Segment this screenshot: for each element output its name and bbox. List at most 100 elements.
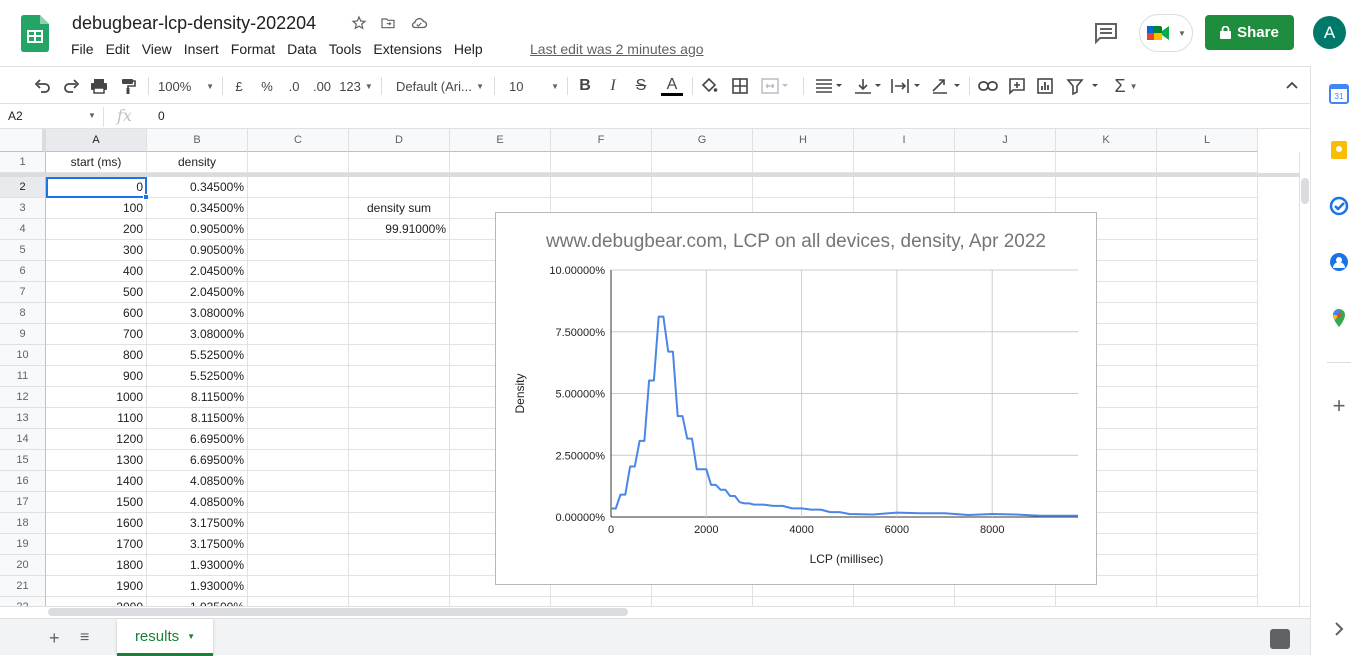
keep-icon[interactable] [1329, 140, 1349, 160]
cell[interactable] [1157, 555, 1258, 576]
cell[interactable] [248, 366, 349, 387]
cell-a21[interactable]: 1900 [46, 576, 147, 597]
name-box[interactable]: A2 [8, 109, 23, 123]
column-header-l[interactable]: L [1157, 129, 1258, 152]
row-header-9[interactable]: 9 [0, 324, 46, 345]
text-rotation-icon[interactable] [930, 75, 962, 97]
cloud-status-icon[interactable] [410, 15, 428, 31]
all-sheets-icon[interactable]: ≡ [80, 629, 89, 647]
cell-b14[interactable]: 6.69500% [147, 429, 248, 450]
cell[interactable] [652, 152, 753, 173]
cell[interactable] [349, 471, 450, 492]
cell[interactable] [248, 555, 349, 576]
cell[interactable] [349, 429, 450, 450]
cell[interactable] [1157, 303, 1258, 324]
cell[interactable] [1056, 152, 1157, 173]
row-header-2[interactable]: 2 [0, 177, 46, 198]
document-title[interactable]: debugbear-lcp-density-202204 [72, 13, 316, 34]
zoom-select[interactable]: 100% ▼ [158, 75, 214, 97]
merge-cells-icon[interactable] [760, 75, 790, 97]
cell[interactable] [854, 177, 955, 198]
row-header-13[interactable]: 13 [0, 408, 46, 429]
cell[interactable] [1157, 576, 1258, 597]
cell[interactable] [1157, 492, 1258, 513]
cell[interactable] [1157, 471, 1258, 492]
menu-edit[interactable]: Edit [106, 41, 136, 57]
cell-b4[interactable]: 0.90500% [147, 219, 248, 240]
cell-b11[interactable]: 5.52500% [147, 366, 248, 387]
strikethrough-button[interactable]: S [634, 75, 648, 97]
column-header-b[interactable]: B [147, 129, 248, 152]
cell-b17[interactable]: 4.08500% [147, 492, 248, 513]
cell[interactable] [1157, 534, 1258, 555]
vertical-align-icon[interactable] [853, 75, 883, 97]
cell-a20[interactable]: 1800 [46, 555, 147, 576]
formula-input[interactable]: 0 [158, 109, 165, 123]
cell[interactable] [1157, 597, 1258, 606]
percent-format-button[interactable]: % [258, 75, 276, 97]
cell[interactable] [248, 387, 349, 408]
cell[interactable] [349, 576, 450, 597]
cell[interactable] [652, 597, 753, 606]
cell[interactable] [1157, 366, 1258, 387]
cell[interactable] [1056, 177, 1157, 198]
insert-chart-icon[interactable] [1036, 75, 1054, 97]
cell[interactable] [854, 597, 955, 606]
cell[interactable] [1157, 177, 1258, 198]
cell-a4[interactable]: 200 [46, 219, 147, 240]
sheet-tab-results[interactable]: results ▼ [117, 619, 213, 656]
cell[interactable] [551, 597, 652, 606]
horizontal-scroll-thumb[interactable] [48, 608, 628, 616]
cell-b21[interactable]: 1.93000% [147, 576, 248, 597]
cell[interactable] [248, 282, 349, 303]
cell-a5[interactable]: 300 [46, 240, 147, 261]
cell[interactable] [349, 152, 450, 173]
increase-decimals-button[interactable]: .00 [310, 75, 334, 97]
cell-a3[interactable]: 100 [46, 198, 147, 219]
vertical-scroll-thumb[interactable] [1301, 178, 1309, 204]
cell[interactable] [753, 177, 854, 198]
move-folder-icon[interactable] [380, 15, 396, 31]
cell[interactable] [450, 152, 551, 173]
contacts-icon[interactable] [1329, 252, 1349, 272]
menu-view[interactable]: View [142, 41, 178, 57]
insert-comment-icon[interactable] [1008, 75, 1026, 97]
borders-icon[interactable] [731, 75, 749, 97]
cell[interactable] [248, 177, 349, 198]
menu-help[interactable]: Help [454, 41, 489, 57]
filter-icon[interactable] [1066, 75, 1100, 97]
cell[interactable] [1157, 513, 1258, 534]
cell-b19[interactable]: 3.17500% [147, 534, 248, 555]
cell[interactable] [349, 555, 450, 576]
menu-insert[interactable]: Insert [184, 41, 225, 57]
column-header-g[interactable]: G [652, 129, 753, 152]
cell[interactable] [955, 597, 1056, 606]
cell-a16[interactable]: 1400 [46, 471, 147, 492]
cell-b7[interactable]: 2.04500% [147, 282, 248, 303]
menu-format[interactable]: Format [231, 41, 281, 57]
cell[interactable] [450, 177, 551, 198]
cell-b15[interactable]: 6.69500% [147, 450, 248, 471]
share-button[interactable]: Share [1205, 15, 1294, 50]
cell[interactable] [1157, 408, 1258, 429]
column-header-f[interactable]: F [551, 129, 652, 152]
cell[interactable] [248, 429, 349, 450]
cell[interactable] [349, 261, 450, 282]
cell-a12[interactable]: 1000 [46, 387, 147, 408]
maps-icon[interactable] [1329, 308, 1349, 328]
cell[interactable] [248, 345, 349, 366]
fill-color-icon[interactable] [700, 75, 718, 97]
comment-history-icon[interactable] [1094, 22, 1118, 44]
cell-a14[interactable]: 1200 [46, 429, 147, 450]
explore-icon[interactable] [1270, 629, 1290, 649]
account-avatar[interactable]: A [1313, 16, 1346, 49]
cell[interactable] [248, 324, 349, 345]
cell[interactable] [551, 177, 652, 198]
cell-b3[interactable]: 0.34500% [147, 198, 248, 219]
cell[interactable] [955, 152, 1056, 173]
embedded-chart[interactable]: www.debugbear.com, LCP on all devices, d… [495, 212, 1097, 585]
cell-a18[interactable]: 1600 [46, 513, 147, 534]
cell[interactable] [248, 597, 349, 606]
cell[interactable] [652, 177, 753, 198]
cell[interactable] [248, 240, 349, 261]
